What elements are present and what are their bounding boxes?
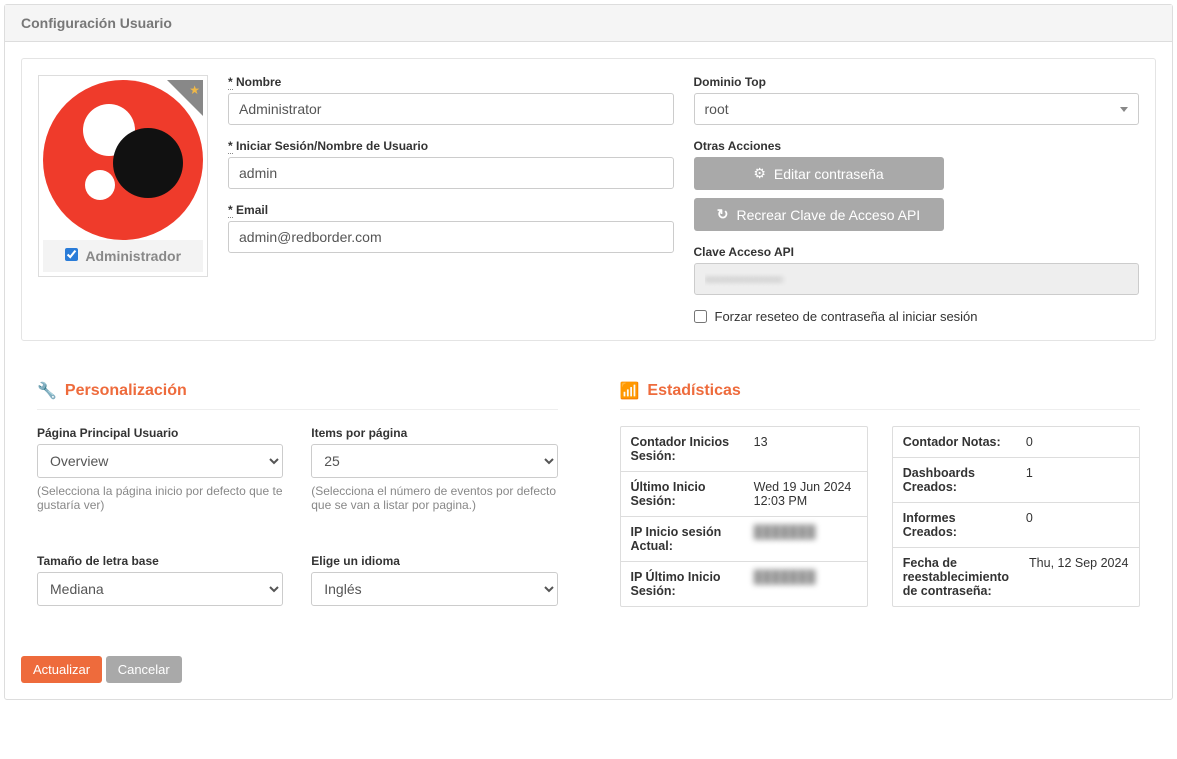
topdomain-label: Dominio Top xyxy=(694,75,1140,89)
gear-icon xyxy=(753,165,766,182)
language-label: Elige un idioma xyxy=(311,554,557,568)
login-label: * Iniciar Sesión/Nombre de Usuario xyxy=(228,139,674,153)
stats-key: Contador Notas: xyxy=(893,427,1016,457)
avatar-box: ★ Administrador xyxy=(38,75,208,277)
stats-row: Contador Inicios Sesión:13 xyxy=(621,427,867,472)
main-form-panel: ★ Administrador * Nombre * Iniciar S xyxy=(21,58,1156,341)
api-key-label: Clave Acceso API xyxy=(694,245,1140,259)
stats-row: IP Inicio sesión Actual:███████ xyxy=(621,517,867,562)
stats-key: Último Inicio Sesión: xyxy=(621,472,744,516)
stats-key: IP Inicio sesión Actual: xyxy=(621,517,744,561)
panel-title: Configuración Usuario xyxy=(5,5,1172,42)
login-input[interactable] xyxy=(228,157,674,189)
stats-value: 1 xyxy=(1016,458,1139,502)
items-per-page-hint: (Selecciona el número de eventos por def… xyxy=(311,484,557,512)
stats-value: 0 xyxy=(1016,427,1139,457)
stats-section: 📶 Estadísticas Contador Inicios Sesión:1… xyxy=(604,365,1157,620)
home-page-select[interactable]: Overview xyxy=(37,444,283,478)
api-key-field xyxy=(694,263,1140,295)
personalization-title: 🔧 Personalización xyxy=(37,381,558,410)
language-select[interactable]: Inglés xyxy=(311,572,557,606)
chart-icon: 📶 xyxy=(620,381,640,401)
stats-value: ███████ xyxy=(744,517,867,561)
force-reset-label: Forzar reseteo de contraseña al iniciar … xyxy=(715,309,978,324)
star-icon: ★ xyxy=(189,83,200,97)
stats-key: Informes Creados: xyxy=(893,503,1016,547)
stats-value: Wed 19 Jun 2024 12:03 PM xyxy=(744,472,867,516)
font-size-label: Tamaño de letra base xyxy=(37,554,283,568)
stats-key: Fecha de reestablecimiento de contraseña… xyxy=(893,548,1019,606)
stats-key: Dashboards Creados: xyxy=(893,458,1016,502)
stats-key: IP Último Inicio Sesión: xyxy=(621,562,744,606)
stats-row: IP Último Inicio Sesión:███████ xyxy=(621,562,867,606)
home-page-hint: (Selecciona la página inicio por defecto… xyxy=(37,484,283,512)
stats-value: Thu, 12 Sep 2024 xyxy=(1019,548,1139,606)
stats-key: Contador Inicios Sesión: xyxy=(621,427,744,471)
stats-row: Informes Creados:0 xyxy=(893,503,1139,548)
stats-row: Último Inicio Sesión:Wed 19 Jun 2024 12:… xyxy=(621,472,867,517)
update-button[interactable]: Actualizar xyxy=(21,656,102,683)
domain-actions-column: Dominio Top root Otras Acciones Editar c… xyxy=(694,75,1140,324)
items-per-page-label: Items por página xyxy=(311,426,557,440)
admin-checkbox-row: Administrador xyxy=(43,240,203,272)
email-label: * Email xyxy=(228,203,674,217)
stats-title: 📶 Estadísticas xyxy=(620,381,1141,410)
force-reset-checkbox[interactable] xyxy=(694,310,707,323)
home-page-label: Página Principal Usuario xyxy=(37,426,283,440)
footer-actions: Actualizar Cancelar xyxy=(21,640,1156,683)
stats-value: 0 xyxy=(1016,503,1139,547)
topdomain-select[interactable]: root xyxy=(694,93,1140,125)
chevron-down-icon xyxy=(1120,107,1128,112)
font-size-select[interactable]: Mediana xyxy=(37,572,283,606)
recreate-api-key-button[interactable]: Recrear Clave de Acceso API xyxy=(694,198,944,231)
refresh-icon xyxy=(717,206,729,223)
stats-table-left: Contador Inicios Sesión:13Último Inicio … xyxy=(620,426,868,607)
edit-password-button[interactable]: Editar contraseña xyxy=(694,157,944,190)
stats-row: Dashboards Creados:1 xyxy=(893,458,1139,503)
avatar-column: ★ Administrador xyxy=(38,75,208,324)
admin-checkbox[interactable] xyxy=(65,248,78,261)
stats-value: 13 xyxy=(744,427,867,471)
name-input[interactable] xyxy=(228,93,674,125)
email-input[interactable] xyxy=(228,221,674,253)
name-label: * Nombre xyxy=(228,75,674,89)
other-actions-label: Otras Acciones xyxy=(694,139,1140,153)
stats-table-right: Contador Notas:0Dashboards Creados:1Info… xyxy=(892,426,1140,607)
wrench-icon: 🔧 xyxy=(37,381,57,401)
user-config-panel: Configuración Usuario ★ xyxy=(4,4,1173,700)
cancel-button[interactable]: Cancelar xyxy=(106,656,182,683)
identity-fields: * Nombre * Iniciar Sesión/Nombre de Usua… xyxy=(228,75,674,324)
admin-label: Administrador xyxy=(85,248,181,264)
stats-row: Contador Notas:0 xyxy=(893,427,1139,458)
stats-value: ███████ xyxy=(744,562,867,606)
personalization-section: 🔧 Personalización Página Principal Usuar… xyxy=(21,365,574,620)
stats-row: Fecha de reestablecimiento de contraseña… xyxy=(893,548,1139,606)
items-per-page-select[interactable]: 25 xyxy=(311,444,557,478)
